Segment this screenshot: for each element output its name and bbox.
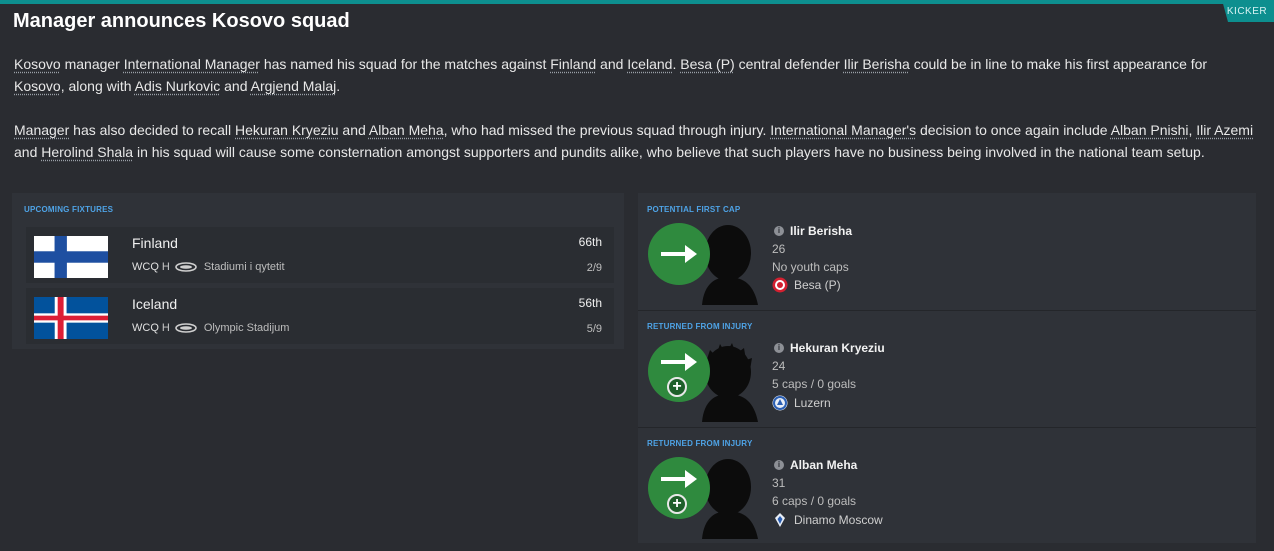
fixture-venue-type: H (161, 261, 170, 273)
club-badge-icon (775, 513, 785, 527)
plus-icon: + (667, 377, 687, 397)
arrow-right-icon (661, 353, 697, 371)
arrow-right-icon (661, 245, 697, 263)
link-manager[interactable]: Manager (14, 122, 69, 138)
arrow-right-icon (661, 470, 697, 488)
player-avatar: + (648, 457, 758, 541)
player-club[interactable]: Besa (P) (772, 277, 841, 293)
upcoming-fixtures-panel: UPCOMING FIXTURES Finland 66th WCQ H Sta… (12, 193, 624, 349)
link-iceland[interactable]: Iceland (627, 56, 672, 72)
link-besa[interactable]: Besa (P) (680, 56, 734, 72)
article-text: decision to once again include (916, 122, 1111, 138)
player-name[interactable]: i Hekuran Kryeziu (774, 341, 885, 355)
link-alban-meha[interactable]: Alban Meha (369, 122, 444, 138)
info-icon[interactable]: i (774, 226, 784, 236)
section-label: UPCOMING FIXTURES (24, 205, 114, 214)
player-avatar (648, 223, 758, 307)
article-text: in his squad will cause some consternati… (133, 144, 1205, 160)
fixture-details: WCQ H Stadiumi i qytetit (132, 261, 285, 273)
stadium-icon (175, 323, 197, 333)
club-badge-icon (772, 277, 788, 293)
section-label: RETURNED FROM INJURY (647, 322, 753, 331)
fixture-date: 5/9 (586, 323, 602, 335)
link-herolind-shala[interactable]: Herolind Shala (41, 144, 133, 160)
article-text: and (220, 78, 251, 94)
fixture-competition: WCQ (132, 322, 159, 334)
status-circle (648, 223, 710, 285)
kicker-tag: KICKER (1222, 0, 1274, 22)
player-name-text[interactable]: Ilir Berisha (790, 224, 852, 238)
player-news-panel: POTENTIAL FIRST CAP i Ilir Berisha 26 No… (638, 193, 1256, 543)
fixture-rank: 66th (578, 235, 602, 249)
iceland-flag-icon (34, 297, 108, 339)
player-card[interactable]: RETURNED FROM INJURY + i Alban Meha 31 6… (638, 427, 1256, 544)
player-club[interactable]: Luzern (772, 395, 831, 411)
fixture-opponent[interactable]: Iceland (132, 296, 177, 312)
fixture-opponent[interactable]: Finland (132, 235, 178, 251)
article-text: has named his squad for the matches agai… (259, 56, 551, 72)
player-caps: 5 caps / 0 goals (772, 377, 857, 391)
player-card[interactable]: RETURNED FROM INJURY + i Hekuran Kryeziu… (638, 310, 1256, 427)
article-paragraph-2: Manager has also decided to recall Hekur… (14, 119, 1254, 163)
article-text: , who had missed the previous squad thro… (443, 122, 771, 138)
player-club-name[interactable]: Luzern (794, 396, 831, 410)
news-article: Kosovo manager International Manager has… (14, 53, 1254, 185)
player-club[interactable]: Dinamo Moscow (772, 512, 883, 528)
article-text: . (336, 78, 341, 94)
fixture-date: 2/9 (586, 262, 602, 274)
link-adis-nurkovic[interactable]: Adis Nurkovic (135, 78, 221, 94)
article-text: manager (60, 56, 124, 72)
top-accent-bar (0, 0, 1274, 4)
page-title: Manager announces Kosovo squad (13, 10, 350, 32)
stadium-icon (175, 262, 197, 272)
fixture-rank: 56th (578, 296, 602, 310)
player-club-name[interactable]: Dinamo Moscow (794, 513, 883, 527)
fixture-competition: WCQ (132, 261, 159, 273)
fixture-details: WCQ H Olympic Stadijum (132, 322, 289, 334)
player-avatar: + (648, 340, 758, 424)
player-name-text[interactable]: Hekuran Kryeziu (790, 341, 885, 355)
player-club-name[interactable]: Besa (P) (794, 278, 841, 292)
section-label: RETURNED FROM INJURY (647, 439, 753, 448)
fixture-stadium: Stadiumi i qytetit (203, 261, 285, 273)
link-hekuran-kryeziu[interactable]: Hekuran Kryeziu (235, 122, 339, 138)
link-kosovo[interactable]: Kosovo (14, 56, 61, 72)
article-paragraph-1: Kosovo manager International Manager has… (14, 53, 1254, 97)
player-card[interactable]: POTENTIAL FIRST CAP i Ilir Berisha 26 No… (638, 193, 1256, 310)
fixture-row[interactable]: Finland 66th WCQ H Stadiumi i qytetit 2/… (26, 227, 614, 283)
article-text: could be in line to make his first appea… (909, 56, 1208, 72)
info-icon[interactable]: i (774, 460, 784, 470)
player-name[interactable]: i Ilir Berisha (774, 224, 852, 238)
link-argjend-malaj[interactable]: Argjend Malaj (251, 78, 337, 94)
player-caps: No youth caps (772, 260, 849, 274)
article-text: central defender (734, 56, 844, 72)
fixture-stadium: Olympic Stadijum (203, 322, 290, 334)
article-text: and (14, 144, 42, 160)
article-text: and (596, 56, 628, 72)
player-caps: 6 caps / 0 goals (772, 494, 857, 508)
player-age: 31 (772, 476, 786, 490)
article-text: has also decided to recall (69, 122, 236, 138)
player-name-text[interactable]: Alban Meha (790, 458, 857, 472)
info-icon[interactable]: i (774, 343, 784, 353)
link-finland[interactable]: Finland (550, 56, 596, 72)
finland-flag-icon (34, 236, 108, 278)
link-kosovo[interactable]: Kosovo (14, 78, 61, 94)
player-name[interactable]: i Alban Meha (774, 458, 857, 472)
fixture-row[interactable]: Iceland 56th WCQ H Olympic Stadijum 5/9 (26, 288, 614, 344)
link-ilir-azemi[interactable]: Ilir Azemi (1196, 122, 1253, 138)
link-international-manager[interactable]: International Manager's (770, 122, 916, 138)
article-text: and (338, 122, 369, 138)
section-label: POTENTIAL FIRST CAP (647, 205, 741, 214)
link-alban-pnishi[interactable]: Alban Pnishi (1111, 122, 1189, 138)
link-ilir-berisha[interactable]: Ilir Berisha (844, 56, 910, 72)
player-age: 26 (772, 242, 786, 256)
plus-icon: + (667, 494, 687, 514)
player-age: 24 (772, 359, 786, 373)
fixture-venue-type: H (161, 322, 170, 334)
club-badge-icon (772, 395, 788, 411)
article-text: , along with (60, 78, 135, 94)
link-international-manager[interactable]: International Manager (124, 56, 260, 72)
